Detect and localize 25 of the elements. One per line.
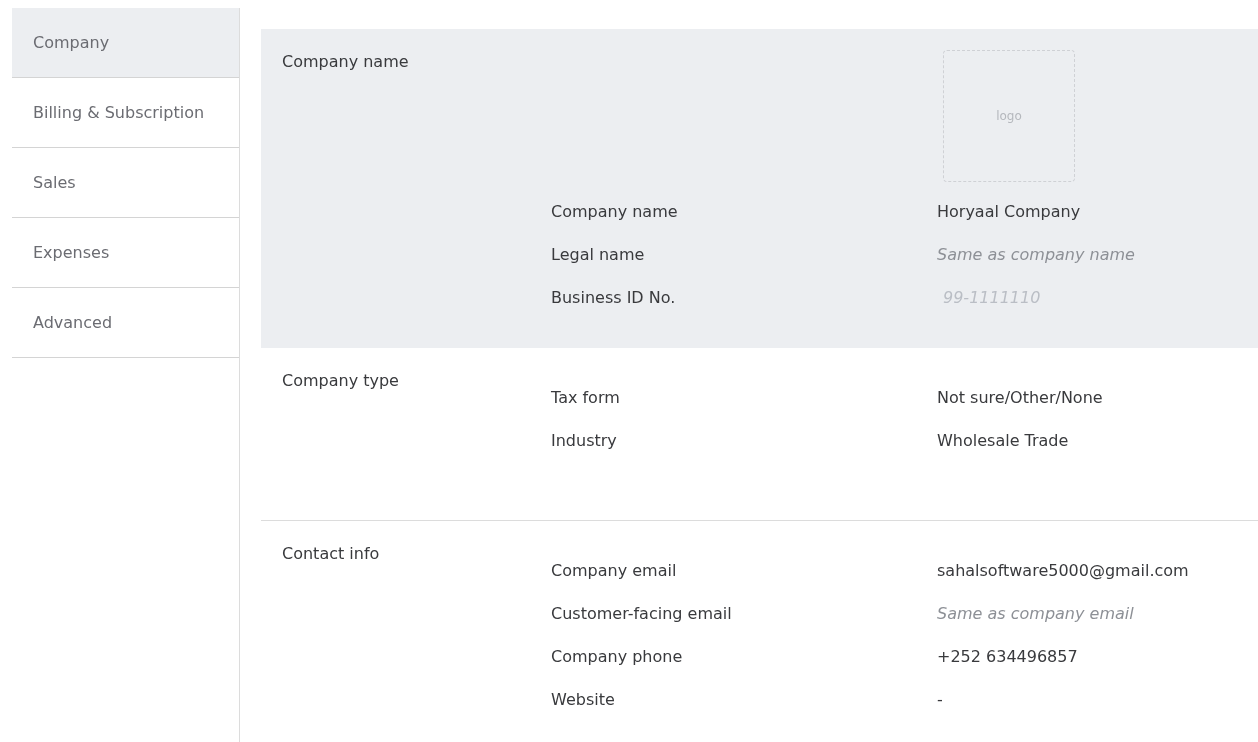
field-label: Company phone	[551, 646, 684, 668]
field-value: +252 634496857	[937, 646, 1078, 668]
section-heading: Company name	[281, 51, 410, 72]
placeholder-text: Same as company email	[937, 603, 1134, 625]
field-label: Company email	[551, 560, 678, 582]
field-value: -	[937, 689, 943, 711]
field-label: Customer-facing email	[551, 603, 733, 625]
sidebar-tab[interactable]: Expenses	[12, 218, 239, 288]
field-label: Legal name	[551, 244, 646, 266]
field-value: sahalsoftware5000@gmail.com	[937, 560, 1189, 582]
field-label: Business ID No.	[551, 287, 677, 309]
field-label: Company name	[551, 201, 679, 223]
field-label: Industry	[551, 430, 618, 452]
sidebar-tab[interactable]: Sales	[12, 148, 239, 218]
field-value: Not sure/Other/None	[937, 387, 1103, 409]
field-label: Tax form	[551, 387, 621, 409]
sidebar-tab[interactable]: Billing & Subscription	[12, 78, 239, 148]
placeholder-text: Same as company name	[937, 244, 1135, 266]
sidebar-tab[interactable]: Advanced	[12, 288, 239, 358]
section-heading: Contact info	[281, 543, 381, 564]
section-heading: Company type	[281, 370, 400, 391]
field-value: Horyaal Company	[937, 201, 1081, 223]
field-label: Website	[551, 689, 616, 711]
field-value: Wholesale Trade	[937, 430, 1069, 452]
sidebar-tab[interactable]: Company	[12, 8, 239, 78]
